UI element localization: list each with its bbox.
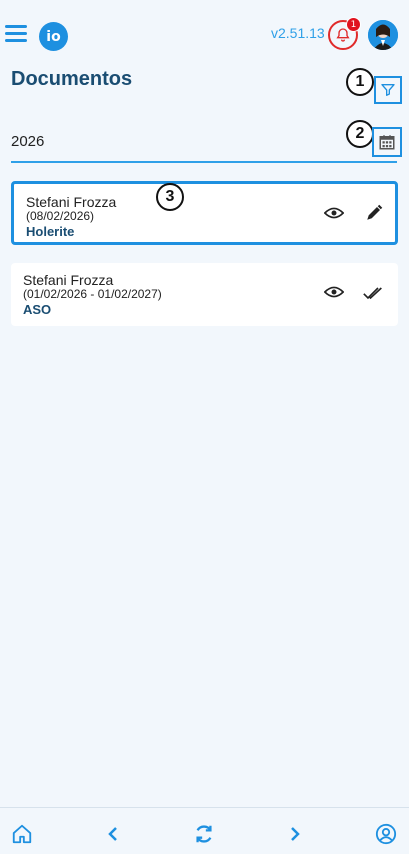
menu-icon[interactable] — [5, 25, 27, 43]
user-photo-icon — [368, 20, 398, 50]
view-icon[interactable] — [324, 285, 344, 299]
home-icon — [12, 824, 32, 844]
calendar-button[interactable] — [372, 127, 402, 157]
document-card[interactable]: Stefani Frozza (01/02/2026 - 01/02/2027)… — [11, 263, 398, 326]
home-button[interactable] — [10, 822, 34, 846]
filter-icon — [381, 84, 395, 96]
refresh-icon — [196, 825, 212, 843]
back-button[interactable] — [101, 822, 125, 846]
year-value: 2026 — [11, 133, 45, 150]
app-logo[interactable]: io — [39, 22, 68, 51]
profile-button[interactable] — [374, 822, 398, 846]
callout-marker-3: 3 — [156, 183, 184, 211]
calendar-icon — [379, 135, 395, 150]
page-title: Documentos — [11, 68, 133, 90]
callout-marker-1: 1 — [346, 68, 374, 96]
document-date: (08/02/2026) — [26, 209, 95, 223]
callout-marker-2: 2 — [346, 120, 374, 148]
app-header: io v2.51.13 1 — [0, 0, 409, 68]
version-label: v2.51.13 — [271, 25, 325, 41]
employee-name: Stefani Frozza — [26, 194, 117, 210]
document-type: ASO — [23, 302, 52, 317]
employee-name: Stefani Frozza — [23, 272, 114, 288]
view-icon[interactable] — [324, 206, 344, 220]
double-check-icon[interactable] — [363, 284, 383, 302]
document-type: Holerite — [26, 224, 75, 239]
chevron-right-icon — [291, 827, 300, 841]
document-card[interactable]: Stefani Frozza (08/02/2026) Holerite — [11, 181, 398, 245]
notification-badge: 1 — [346, 17, 361, 32]
refresh-button[interactable] — [192, 822, 216, 846]
pen-icon[interactable] — [364, 204, 384, 222]
bottom-navigation — [0, 807, 409, 854]
filter-button[interactable] — [374, 76, 402, 104]
chevron-left-icon — [108, 827, 117, 841]
year-field[interactable]: 2026 — [11, 125, 397, 163]
profile-icon — [375, 823, 397, 845]
document-date: (01/02/2026 - 01/02/2027) — [23, 287, 162, 301]
avatar[interactable] — [368, 20, 398, 50]
forward-button[interactable] — [283, 822, 307, 846]
